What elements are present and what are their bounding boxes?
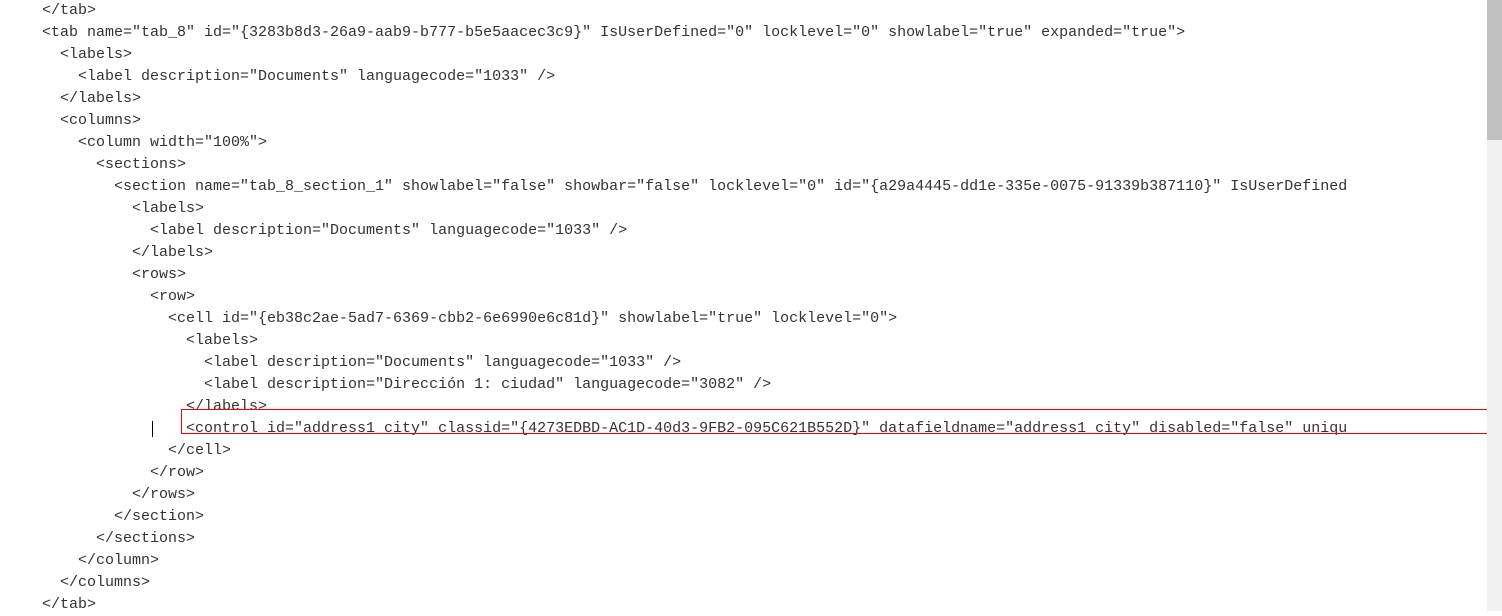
code-line[interactable]: <labels>	[42, 44, 1502, 66]
code-line[interactable]: <label description="Documents" languagec…	[42, 352, 1502, 374]
code-line[interactable]: </section>	[42, 506, 1502, 528]
code-line[interactable]: <row>	[42, 286, 1502, 308]
code-line[interactable]: </labels>	[42, 88, 1502, 110]
code-line[interactable]: <labels>	[42, 198, 1502, 220]
code-line[interactable]: </tab>	[42, 594, 1502, 616]
code-line[interactable]: <column width="100%">	[42, 132, 1502, 154]
code-line[interactable]: <cell id="{eb38c2ae-5ad7-6369-cbb2-6e699…	[42, 308, 1502, 330]
code-line[interactable]: </rows>	[42, 484, 1502, 506]
vertical-scrollbar-thumb[interactable]	[1487, 0, 1502, 140]
vertical-scrollbar[interactable]	[1487, 0, 1502, 611]
code-line[interactable]: <labels>	[42, 330, 1502, 352]
code-line[interactable]: <label description="Documents" languagec…	[42, 220, 1502, 242]
code-line[interactable]: </cell>	[42, 440, 1502, 462]
code-line[interactable]: <tab name="tab_8" id="{3283b8d3-26a9-aab…	[42, 22, 1502, 44]
code-block[interactable]: </tab><tab name="tab_8" id="{3283b8d3-26…	[0, 0, 1502, 616]
code-line[interactable]: </columns>	[42, 572, 1502, 594]
code-line[interactable]: </tab>	[42, 0, 1502, 22]
code-line[interactable]: <control id="address1_city" classid="{42…	[42, 418, 1502, 440]
text-cursor	[152, 421, 153, 437]
code-line[interactable]: <rows>	[42, 264, 1502, 286]
code-line[interactable]: </sections>	[42, 528, 1502, 550]
code-line[interactable]: <sections>	[42, 154, 1502, 176]
code-line[interactable]: <label description="Documents" languagec…	[42, 66, 1502, 88]
code-line[interactable]: <section name="tab_8_section_1" showlabe…	[42, 176, 1502, 198]
code-line[interactable]: <columns>	[42, 110, 1502, 132]
code-line[interactable]: </labels>	[42, 242, 1502, 264]
code-line[interactable]: </labels>	[42, 396, 1502, 418]
code-line[interactable]: </row>	[42, 462, 1502, 484]
code-line[interactable]: <label description="Dirección 1: ciudad"…	[42, 374, 1502, 396]
code-line[interactable]: </column>	[42, 550, 1502, 572]
